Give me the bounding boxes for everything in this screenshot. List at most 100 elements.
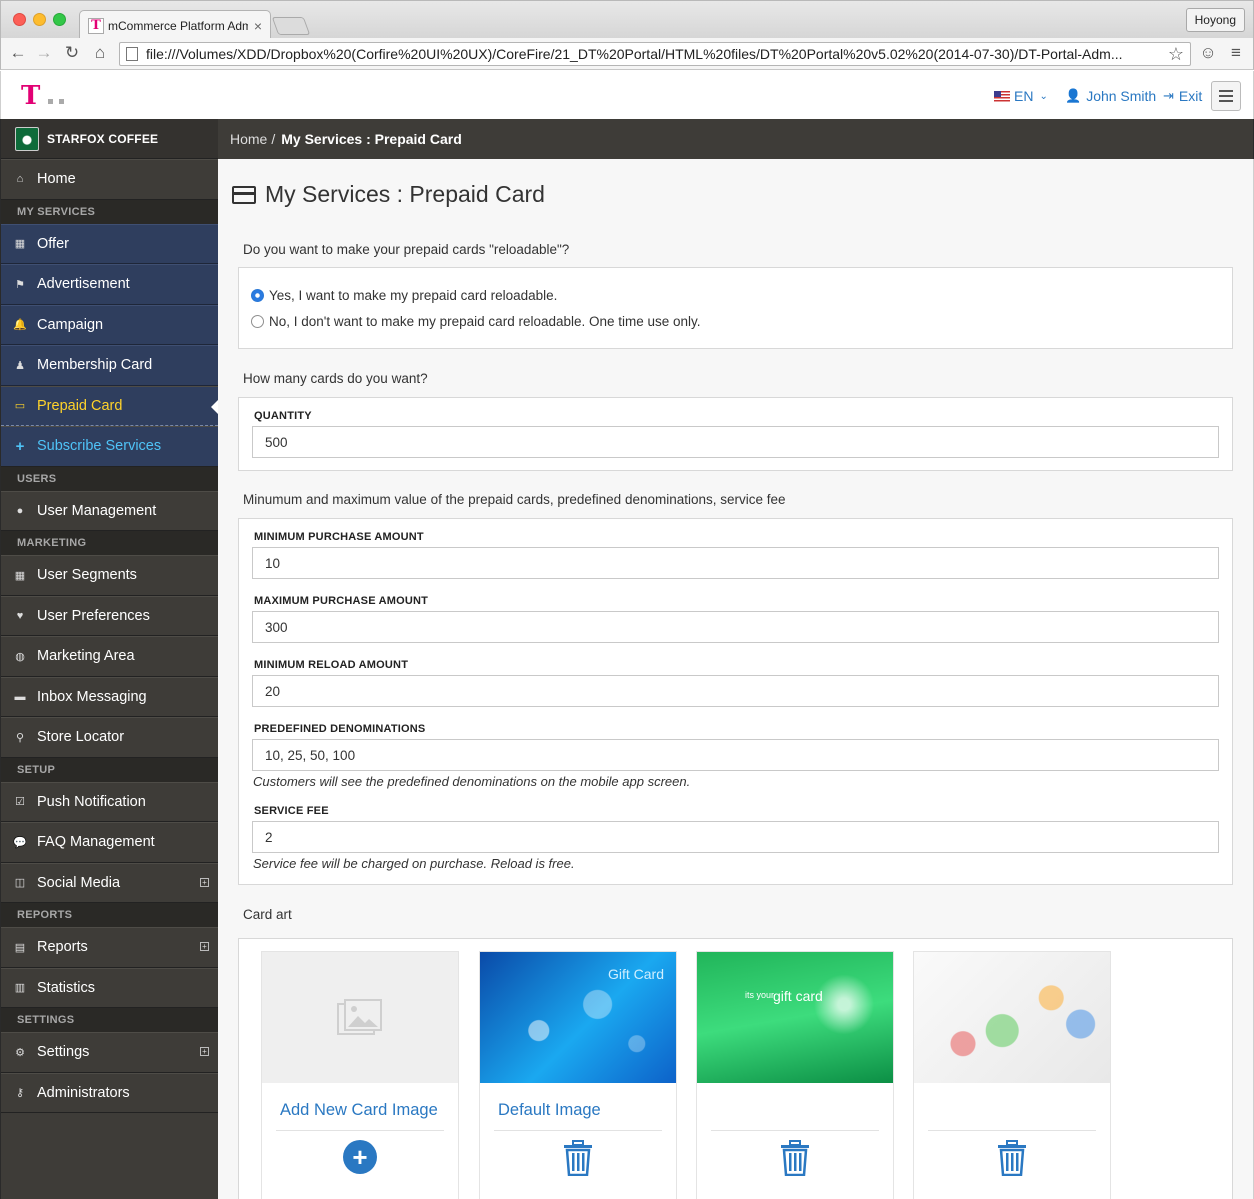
quantity-question: How many cards do you want? — [243, 371, 428, 386]
radio-unselected-icon[interactable] — [251, 315, 264, 328]
card-art-panel: Add New Card Image + Gift Card Default I… — [238, 938, 1233, 1199]
sidebar-item-store-locator[interactable]: ⚲ Store Locator — [1, 717, 218, 758]
address-url: file:///Volumes/XDD/Dropbox%20(Corfire%2… — [146, 46, 1123, 62]
trash-icon[interactable] — [997, 1140, 1027, 1176]
new-tab-button[interactable] — [271, 17, 311, 35]
sidebar-item-faq-management[interactable]: 💬 FAQ Management — [1, 822, 218, 863]
reload-yes-option[interactable]: Yes, I want to make my prepaid card relo… — [251, 288, 557, 303]
inbox-icon: ▬ — [14, 690, 26, 703]
browser-titlebar: T mCommerce Platform Adm × Hoyong — [0, 0, 1254, 40]
window-close-button[interactable] — [13, 13, 26, 26]
app-header: T EN ⌄ 👤 John Smith ⇥ Exit — [0, 71, 1254, 119]
forward-arrow-icon[interactable]: → — [33, 42, 55, 64]
sidebar-item-statistics[interactable]: ▥ Statistics — [1, 967, 218, 1008]
section-reports: REPORTS — [1, 903, 218, 927]
heart-icon: ♥ — [16, 609, 24, 622]
exit-link[interactable]: ⇥ Exit — [1163, 88, 1202, 104]
plus-icon: + — [15, 437, 25, 455]
sidebar-item-push-notification[interactable]: ☑ Push Notification — [1, 781, 218, 822]
service-fee-input[interactable] — [252, 821, 1219, 853]
card-art-image-blue: Gift Card — [480, 952, 676, 1083]
add-card-image-link[interactable]: Add New Card Image — [280, 1101, 438, 1120]
back-arrow-icon[interactable]: ← — [7, 42, 29, 64]
window-zoom-button[interactable] — [53, 13, 66, 26]
tab-title: mCommerce Platform Adm — [108, 18, 248, 33]
min-reload-label: MINIMUM RELOAD AMOUNT — [254, 659, 409, 671]
quantity-panel: QUANTITY — [238, 397, 1233, 471]
quantity-label: QUANTITY — [254, 410, 312, 422]
grid-icon: ▦ — [14, 569, 26, 582]
reload-icon[interactable]: ↻ — [61, 42, 83, 64]
card-art-image-swirl — [914, 952, 1110, 1083]
expand-icon[interactable]: + — [200, 1047, 209, 1056]
sidebar-item-user-preferences[interactable]: ♥ User Preferences — [1, 595, 218, 636]
section-setup: SETUP — [1, 757, 218, 782]
quantity-input[interactable] — [252, 426, 1219, 458]
default-image-label: Default Image — [498, 1101, 601, 1119]
min-purchase-input[interactable] — [252, 547, 1219, 579]
sidebar-item-administrators[interactable]: ⚷ Administrators — [1, 1072, 218, 1113]
section-my-services: MY SERVICES — [1, 199, 218, 224]
tab-favicon-icon: T — [88, 17, 104, 34]
person-icon: ♟ — [15, 359, 25, 372]
denominations-input[interactable] — [252, 739, 1219, 771]
add-circle-icon[interactable]: + — [343, 1140, 377, 1174]
page-title: My Services : Prepaid Card — [232, 181, 545, 208]
browser-menu-icon[interactable]: ≡ — [1225, 42, 1247, 64]
bookmark-star-icon[interactable]: ☆ — [1168, 44, 1184, 65]
tab-close-icon[interactable]: × — [254, 18, 262, 34]
add-card-image-tile[interactable]: Add New Card Image + — [261, 951, 459, 1199]
card-art-green[interactable]: its your gift card — [696, 951, 894, 1199]
expand-icon[interactable]: + — [200, 877, 209, 887]
sidebar-item-reports[interactable]: ▤ Reports + — [1, 927, 218, 968]
home-icon[interactable]: ⌂ — [89, 42, 111, 64]
sidebar-item-subscribe-services[interactable]: + Subscribe Services — [1, 426, 218, 467]
sidebar-item-settings[interactable]: ⚙ Settings + — [1, 1032, 218, 1073]
min-purchase-label: MINIMUM PURCHASE AMOUNT — [254, 531, 424, 543]
card-art-swirl[interactable] — [913, 951, 1111, 1199]
brand[interactable]: STARFOX COFFEE — [1, 119, 218, 159]
values-panel: MINIMUM PURCHASE AMOUNT MAXIMUM PURCHASE… — [238, 518, 1233, 885]
map-marker-icon: ⚲ — [15, 731, 25, 744]
address-bar[interactable]: file:///Volumes/XDD/Dropbox%20(Corfire%2… — [119, 42, 1191, 66]
trash-icon[interactable] — [563, 1140, 593, 1176]
browser-tab[interactable]: T mCommerce Platform Adm × — [79, 10, 271, 40]
sidebar-item-advertisement[interactable]: ⚑ Advertisement — [1, 264, 218, 305]
sidebar-item-home[interactable]: ⌂ Home — [1, 159, 218, 200]
sidebar-item-campaign[interactable]: 🔔 Campaign — [1, 304, 218, 345]
profile-button[interactable]: Hoyong — [1185, 8, 1245, 32]
home-icon: ⌂ — [16, 173, 24, 186]
checkbox-icon: ☑ — [15, 796, 25, 809]
starfox-logo-icon — [15, 126, 39, 151]
denominations-label: PREDEFINED DENOMINATIONS — [254, 723, 426, 735]
sidebar-item-membership-card[interactable]: ♟ Membership Card — [1, 345, 218, 386]
card-art-default[interactable]: Gift Card Default Image — [479, 951, 677, 1199]
reload-panel: Yes, I want to make my prepaid card relo… — [238, 267, 1233, 349]
hamburger-menu-button[interactable] — [1211, 81, 1241, 111]
rss-icon: ◫ — [14, 877, 26, 890]
radio-selected-icon[interactable] — [251, 289, 264, 302]
reload-no-option[interactable]: No, I don't want to make my prepaid card… — [251, 314, 701, 329]
sidebar-item-marketing-area[interactable]: ◍ Marketing Area — [1, 636, 218, 677]
bar-chart-icon: ▥ — [14, 982, 26, 995]
extension-icon[interactable]: ☺ — [1197, 42, 1219, 64]
window-minimize-button[interactable] — [33, 13, 46, 26]
values-question: Minumum and maximum value of the prepaid… — [243, 492, 786, 507]
user-icon: 👤 — [1065, 88, 1082, 103]
sidebar-item-user-management[interactable]: ● User Management — [1, 490, 218, 531]
trash-icon[interactable] — [780, 1140, 810, 1176]
breadcrumb-home-link[interactable]: Home — [230, 131, 267, 147]
sidebar-item-prepaid-card[interactable]: ▭ Prepaid Card — [1, 385, 218, 426]
service-fee-label: SERVICE FEE — [254, 805, 329, 817]
user-menu[interactable]: 👤 John Smith — [1065, 88, 1156, 104]
card-art-label: Card art — [243, 907, 292, 922]
telekom-logo[interactable]: T — [21, 83, 65, 109]
sidebar-item-user-segments[interactable]: ▦ User Segments — [1, 555, 218, 596]
max-purchase-input[interactable] — [252, 611, 1219, 643]
language-selector[interactable]: EN ⌄ — [994, 88, 1048, 104]
sidebar-item-social-media[interactable]: ◫ Social Media + — [1, 862, 218, 903]
sidebar-item-offer[interactable]: ▦ Offer — [1, 223, 218, 264]
sidebar-item-inbox-messaging[interactable]: ▬ Inbox Messaging — [1, 676, 218, 717]
expand-icon[interactable]: + — [200, 942, 209, 951]
min-reload-input[interactable] — [252, 675, 1219, 707]
